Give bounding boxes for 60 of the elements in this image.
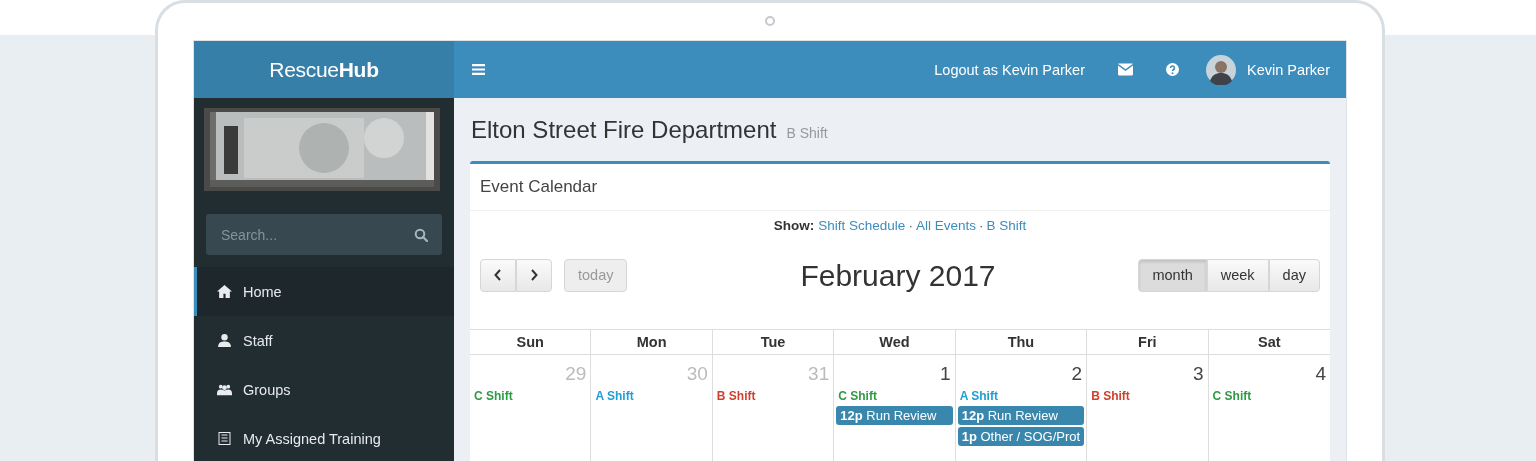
group-icon	[217, 383, 232, 396]
day-number: 4	[1314, 362, 1327, 386]
shift-label[interactable]: B Shift	[714, 389, 832, 403]
chevron-left-icon	[494, 269, 502, 281]
day-number: 1	[939, 362, 952, 386]
user-name[interactable]: Kevin Parker	[1247, 61, 1330, 78]
camera-dot	[765, 16, 775, 26]
shift-label[interactable]: B Shift	[1089, 389, 1206, 403]
search-icon	[414, 228, 428, 242]
chevron-right-icon	[530, 269, 538, 281]
page-subtitle: B Shift	[786, 124, 828, 141]
avatar[interactable]	[1206, 54, 1236, 85]
logout-link[interactable]: Logout as Kevin Parker	[934, 61, 1085, 78]
weekday-header: Sat	[1208, 330, 1330, 355]
shift-label[interactable]: A Shift	[593, 389, 710, 403]
separator-dot: ·	[978, 218, 984, 233]
brand-logo[interactable]: RescueHub	[194, 41, 454, 98]
home-icon	[217, 285, 232, 298]
next-button[interactable]	[516, 258, 552, 292]
shift-label[interactable]: C Shift	[836, 389, 953, 403]
nav-item[interactable]: Home	[194, 267, 454, 316]
view-button[interactable]: month	[1138, 258, 1207, 292]
event-chip[interactable]: 12p Run Review	[836, 406, 953, 425]
search-field[interactable]: Search...	[206, 214, 442, 255]
show-label: Show:	[773, 218, 815, 233]
view-button[interactable]: day	[1268, 258, 1320, 292]
shift-label[interactable]: A Shift	[957, 389, 1085, 403]
day-number: 3	[1192, 362, 1205, 386]
previous-button[interactable]	[480, 258, 516, 292]
day-number: 30	[685, 362, 709, 386]
day-number: 29	[564, 362, 588, 386]
weekday-header: Fri	[1087, 330, 1209, 355]
page-title: Elton Street Fire Department	[471, 115, 777, 144]
event-chip[interactable]: 1p Other / SOG/Prot	[957, 427, 1085, 446]
person-icon	[217, 334, 232, 347]
weekday-header: Wed	[834, 330, 956, 355]
menu-icon[interactable]	[472, 64, 485, 75]
view-button[interactable]: week	[1206, 258, 1269, 292]
day-number: 2	[1070, 362, 1084, 386]
weekday-header: Tue	[712, 330, 835, 355]
list-icon	[217, 432, 232, 445]
filter-link[interactable]: B Shift	[986, 218, 1027, 233]
today-button[interactable]: today	[564, 258, 628, 292]
help-icon[interactable]	[1165, 63, 1180, 76]
nav-item[interactable]: Groups	[194, 365, 454, 414]
nav-item[interactable]: Staff	[194, 316, 454, 365]
filter-link[interactable]: All Events	[915, 218, 976, 233]
envelope-icon[interactable]	[1118, 63, 1133, 76]
weekday-header: Thu	[955, 330, 1088, 355]
filter-link[interactable]: Shift Schedule	[818, 218, 906, 233]
nav-item[interactable]: My Assigned Training	[194, 414, 454, 461]
weekday-header: Mon	[591, 330, 713, 355]
weekday-header: Sun	[470, 330, 592, 355]
event-chip[interactable]: 12p Run Review	[957, 406, 1085, 425]
day-number: 31	[807, 362, 831, 386]
shift-label[interactable]: C Shift	[1210, 389, 1328, 403]
month-title: February 2017	[799, 258, 997, 292]
separator-dot: ·	[908, 218, 913, 233]
panel-title: Event Calendar	[480, 177, 598, 197]
shift-label[interactable]: C Shift	[472, 389, 589, 403]
